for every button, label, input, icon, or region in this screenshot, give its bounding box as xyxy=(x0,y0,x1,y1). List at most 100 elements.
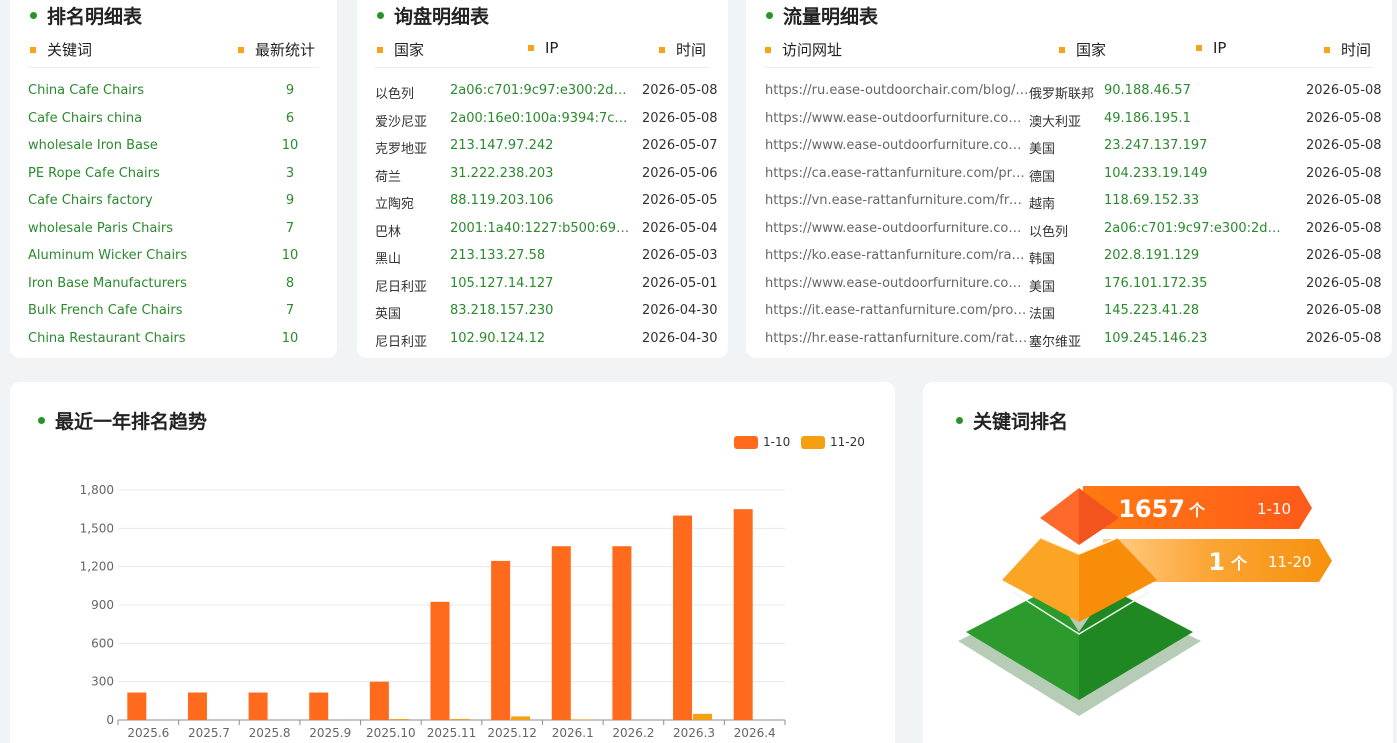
country-cell: 韩国 xyxy=(1029,252,1056,267)
time-cell: 2026-05-08 xyxy=(1306,110,1382,126)
country-cell: 尼日利亚 xyxy=(375,334,428,350)
count-cell: 8 xyxy=(285,275,295,291)
url-cell: https://www.ease-outdoorfurniture.com/..… xyxy=(765,138,1029,153)
y-tick-label: 600 xyxy=(91,636,114,650)
keyword-cell: China Cafe Chairs xyxy=(28,83,145,98)
bullet-icon xyxy=(377,46,383,53)
ip-cell: 23.247.137.197 xyxy=(1104,138,1208,153)
country-cell: 法国 xyxy=(1029,307,1056,322)
bar-1-10 xyxy=(309,692,329,720)
trend-card: 最近一年排名趋势 0 300 600 900 1,200 1,500 1,800 2025.6… xyxy=(10,382,895,743)
traffic-header-ip: IP xyxy=(1196,39,1226,57)
y-tick-label: 300 xyxy=(91,675,114,689)
traffic-header-country: 国家 xyxy=(1059,39,1106,60)
country-cell: 越南 xyxy=(1029,197,1056,212)
country-cell: 巴林 xyxy=(375,224,402,240)
x-tick-label: 2026.2 xyxy=(612,726,654,740)
country-cell: 以色列 xyxy=(375,87,415,102)
level-count-11-20: 1 xyxy=(1208,548,1225,576)
count-cell: 3 xyxy=(285,165,295,181)
time-cell: 2026-05-06 xyxy=(642,165,718,181)
bar-1-10 xyxy=(673,515,693,720)
ip-cell: 31.222.238.203 xyxy=(450,165,554,181)
bar-1-10 xyxy=(248,692,268,720)
keyword-cell: Bulk French Cafe Chairs xyxy=(28,303,183,318)
trend-bar-chart: 0 300 600 900 1,200 1,500 1,800 2025.6 2025.7 202… xyxy=(80,435,865,740)
country-cell: 立陶宛 xyxy=(375,197,415,212)
url-cell: https://ca.ease-rattanfurniture.com/prod… xyxy=(765,165,1029,181)
time-cell: 2026-05-08 xyxy=(1306,248,1382,263)
url-cell: https://www.ease-outdoorfurniture.com/..… xyxy=(765,220,1029,236)
bullet-icon xyxy=(1324,46,1330,53)
ip-cell: 104.233.19.149 xyxy=(1104,165,1208,181)
ip-cell: 83.218.157.230 xyxy=(450,303,554,318)
pyramid-graphic: 1657 个 1-10 1 个 11-20 xyxy=(958,486,1332,716)
legend-label-11-20: 11-20 xyxy=(830,435,865,449)
ranking-card: 排名明细表 关键词 最新统计 China Cafe Chairs 9 Cafe Ch… xyxy=(10,0,337,358)
keyword-cell: Cafe Chairs china xyxy=(28,110,143,126)
y-tick-label: 1,500 xyxy=(80,521,114,535)
ip-cell: 49.186.195.1 xyxy=(1104,110,1191,126)
time-cell: 2026-05-08 xyxy=(1306,83,1382,98)
title-dot-icon xyxy=(766,12,773,19)
x-tick-label: 2025.10 xyxy=(366,726,416,740)
country-cell: 以色列 xyxy=(1029,224,1069,240)
bar-1-10 xyxy=(127,692,147,720)
ip-cell: 102.90.124.12 xyxy=(450,330,546,346)
legend-swatch-1-10 xyxy=(734,436,758,449)
count-cell: 9 xyxy=(285,193,295,208)
bar-1-10 xyxy=(733,509,753,720)
inquiry-header-country: 国家 xyxy=(377,39,424,60)
bullet-icon xyxy=(765,46,771,53)
ip-cell: 2001:1a40:1227:b500:69a2:... xyxy=(450,220,632,236)
level-label-1-10: 1-10 xyxy=(1257,500,1291,518)
url-cell: https://www.ease-outdoorfurniture.com/..… xyxy=(765,275,1029,291)
x-tick-label: 2025.7 xyxy=(188,726,230,740)
country-cell: 英国 xyxy=(375,307,402,322)
level-unit-11-20: 个 xyxy=(1230,554,1248,573)
legend-swatch-11-20 xyxy=(801,436,825,449)
divider xyxy=(375,67,710,68)
time-cell: 2026-05-07 xyxy=(642,138,718,153)
ranking-header-keyword: 关键词 xyxy=(30,39,92,60)
time-cell: 2026-05-03 xyxy=(642,248,718,263)
url-cell: https://ru.ease-outdoorchair.com/blog/h.… xyxy=(765,83,1029,98)
keyword-cell: Cafe Chairs factory xyxy=(28,193,153,208)
keyword-cell: Aluminum Wicker Chairs xyxy=(28,248,188,263)
title-dot-icon xyxy=(377,12,384,19)
x-tick-label: 2025.12 xyxy=(487,726,537,740)
ip-cell: 176.101.172.35 xyxy=(1104,275,1208,291)
ranking-title: 排名明细表 xyxy=(30,2,142,29)
keyword-cell: wholesale Iron Base xyxy=(28,138,158,153)
traffic-header-url: 访问网址 xyxy=(765,39,842,60)
time-cell: 2026-04-30 xyxy=(642,330,718,346)
divider xyxy=(764,67,1374,68)
time-cell: 2026-05-08 xyxy=(642,110,718,126)
country-cell: 尼日利亚 xyxy=(375,279,428,295)
bar-1-10 xyxy=(491,560,511,720)
country-cell: 黑山 xyxy=(375,252,402,267)
level-count-1-10: 1657 xyxy=(1118,495,1185,523)
time-cell: 2026-05-08 xyxy=(1306,138,1382,153)
y-tick-label: 900 xyxy=(91,598,114,612)
ip-cell: 109.245.146.23 xyxy=(1104,330,1208,346)
bar-1-10 xyxy=(369,681,389,720)
y-tick-label: 1,800 xyxy=(80,483,114,497)
ip-cell: 88.119.203.106 xyxy=(450,193,554,208)
count-cell: 10 xyxy=(281,330,299,346)
count-cell: 7 xyxy=(285,303,295,318)
bullet-icon xyxy=(238,46,244,53)
ip-cell: 90.188.46.57 xyxy=(1104,83,1191,98)
ip-cell: 2a06:c701:9c97:e300:2d89:d... xyxy=(1104,220,1284,236)
traffic-title: 流量明细表 xyxy=(766,2,878,29)
url-cell: https://vn.ease-rattanfurniture.com/fren… xyxy=(765,193,1029,208)
inquiry-card: 询盘明细表 国家 IP 时间 以色列 2a06:c701:9c97:e300:2d… xyxy=(357,0,728,358)
x-tick-label: 2026.4 xyxy=(734,726,776,740)
time-cell: 2026-05-04 xyxy=(642,220,718,236)
x-tick-label: 2026.3 xyxy=(673,726,715,740)
country-cell: 德国 xyxy=(1029,169,1056,185)
traffic-header-time: 时间 xyxy=(1324,39,1371,60)
country-cell: 克罗地亚 xyxy=(375,142,428,157)
count-cell: 6 xyxy=(285,110,295,126)
ip-cell: 202.8.191.129 xyxy=(1104,248,1200,263)
